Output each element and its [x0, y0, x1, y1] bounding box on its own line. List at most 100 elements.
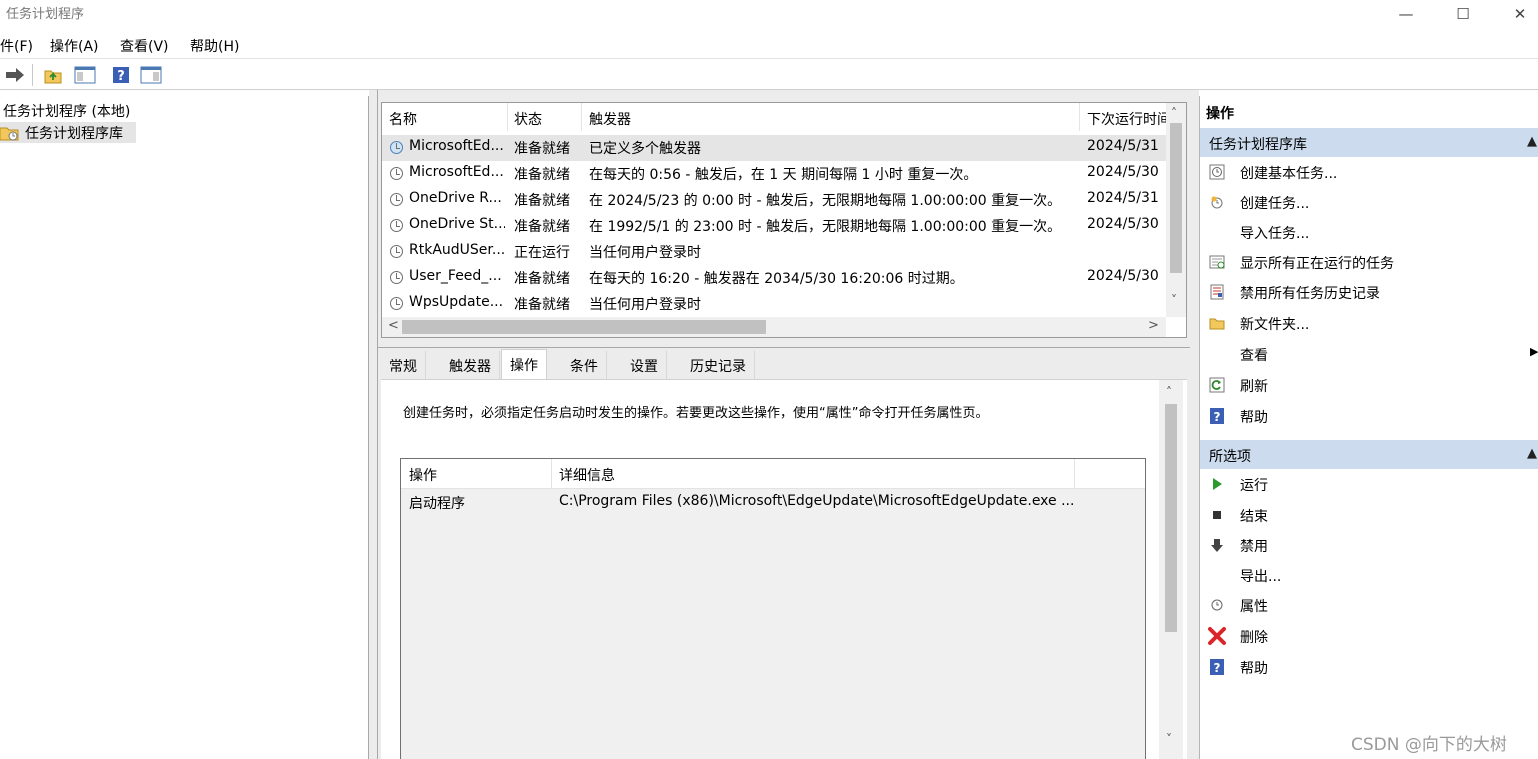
tab-settings[interactable]: 设置 — [622, 351, 667, 379]
toolbar-separator — [32, 64, 33, 86]
task-name: OneDrive St... — [409, 216, 505, 232]
scroll-down-arrow-icon[interactable]: ˅ — [1171, 293, 1177, 307]
action-new-folder[interactable]: 新文件夹... — [1200, 309, 1538, 338]
show-hide-action-pane-icon[interactable] — [140, 66, 162, 84]
tree-item-library[interactable]: 任务计划程序库 — [0, 122, 136, 143]
task-clock-icon — [390, 193, 403, 206]
column-header-name[interactable]: 名称 — [389, 109, 417, 129]
create-task-icon — [1211, 196, 1223, 209]
menu-action[interactable]: 操作(A) — [50, 36, 99, 56]
actions-pane: 操作 任务计划程序库 ▲ 创建基本任务... 创建任务... 导入任务... 显… — [1199, 96, 1538, 759]
action-display-running-tasks[interactable]: 显示所有正在运行的任务 — [1200, 248, 1538, 277]
menu-file[interactable]: 件(F) — [0, 36, 33, 56]
task-status: 准备就绪 — [514, 141, 570, 157]
center-splitter[interactable] — [378, 340, 1190, 348]
column-header-details[interactable]: 详细信息 — [559, 465, 615, 485]
task-status: 正在运行 — [514, 245, 570, 261]
section-header-selected-item[interactable]: 所选项 ▲ — [1200, 440, 1538, 469]
task-next-run: 2024/5/31 — [1087, 138, 1159, 154]
action-refresh[interactable]: 刷新 — [1200, 371, 1538, 400]
action-create-basic-task[interactable]: 创建基本任务... — [1200, 158, 1538, 187]
svg-text:?: ? — [117, 69, 125, 84]
tab-triggers[interactable]: 触发器 — [441, 351, 500, 379]
action-properties[interactable]: 属性 — [1200, 591, 1538, 620]
forward-arrow-icon[interactable] — [4, 66, 26, 84]
folder-up-icon[interactable] — [44, 66, 62, 84]
actions-pane-title: 操作 — [1206, 106, 1234, 122]
task-row[interactable]: RtkAudUSer... 正在运行 当任何用户登录时 — [382, 239, 1166, 265]
column-header-action[interactable]: 操作 — [409, 465, 437, 485]
menu-bar: 件(F) 操作(A) 查看(V) 帮助(H) — [0, 30, 1538, 59]
column-header-status[interactable]: 状态 — [514, 109, 542, 129]
action-delete[interactable]: 删除 — [1200, 622, 1538, 651]
task-row[interactable]: OneDrive R... 准备就绪 在 2024/5/23 的 0:00 时 … — [382, 187, 1166, 213]
task-list-vertical-scrollbar[interactable]: ˄ ˅ — [1166, 103, 1186, 317]
action-label: 刷新 — [1240, 379, 1268, 395]
action-row[interactable]: 启动程序 C:\Program Files (x86)\Microsoft\Ed… — [401, 490, 1145, 516]
left-splitter[interactable] — [369, 90, 378, 759]
column-header-next-run[interactable]: 下次运行时间 — [1087, 109, 1166, 129]
action-export[interactable]: 导出... — [1200, 561, 1538, 590]
collapse-arrow-icon[interactable]: ▲ — [1527, 134, 1537, 149]
tab-actions[interactable]: 操作 — [501, 349, 547, 379]
column-divider[interactable] — [1074, 459, 1075, 489]
task-trigger: 已定义多个触发器 — [589, 141, 701, 157]
maximize-button[interactable]: ☐ — [1440, 0, 1486, 28]
action-disable-history[interactable]: 禁用所有任务历史记录 — [1200, 278, 1538, 307]
task-trigger: 当任何用户登录时 — [589, 245, 701, 261]
task-next-run: 2024/5/30 — [1087, 164, 1159, 180]
scroll-left-arrow-icon[interactable]: < — [388, 318, 399, 333]
tab-general[interactable]: 常规 — [381, 351, 426, 379]
task-row[interactable]: User_Feed_... 准备就绪 在每天的 16:20 - 触发器在 203… — [382, 265, 1166, 291]
section-header-library[interactable]: 任务计划程序库 ▲ — [1200, 128, 1538, 157]
menu-help[interactable]: 帮助(H) — [190, 36, 239, 56]
column-divider[interactable] — [507, 103, 508, 131]
actions-table-header: 操作 详细信息 — [401, 459, 1145, 489]
task-row[interactable]: MicrosoftEd... 准备就绪 已定义多个触发器 2024/5/31 — [382, 135, 1166, 161]
stop-icon — [1213, 511, 1221, 519]
tab-conditions[interactable]: 条件 — [562, 351, 607, 379]
action-label: 帮助 — [1240, 410, 1268, 426]
show-hide-console-tree-icon[interactable] — [74, 66, 96, 84]
task-row[interactable]: WpsUpdate... 准备就绪 当任何用户登录时 — [382, 291, 1166, 317]
action-create-task[interactable]: 创建任务... — [1200, 188, 1538, 217]
folder-clock-icon — [0, 127, 19, 141]
collapse-arrow-icon[interactable]: ▲ — [1527, 446, 1537, 461]
scroll-thumb[interactable] — [402, 320, 766, 334]
scroll-up-arrow-icon[interactable]: ˄ — [1171, 106, 1177, 120]
close-button[interactable]: ✕ — [1497, 0, 1538, 28]
column-divider[interactable] — [551, 459, 552, 489]
action-help[interactable]: ? 帮助 — [1200, 402, 1538, 431]
right-splitter[interactable] — [1190, 90, 1199, 759]
task-trigger: 在每天的 0:56 - 触发后，在 1 天 期间每隔 1 小时 重复一次。 — [589, 167, 978, 183]
detail-vertical-scrollbar[interactable]: ˄ ˅ — [1159, 380, 1183, 759]
minimize-button[interactable]: — — [1383, 0, 1429, 28]
task-list-horizontal-scrollbar[interactable]: < > — [382, 317, 1166, 337]
help-icon[interactable]: ? — [112, 66, 130, 84]
action-run[interactable]: 运行 — [1200, 470, 1538, 499]
action-help-selected[interactable]: ? 帮助 — [1200, 653, 1538, 682]
action-view[interactable]: 查看 ▶ — [1200, 340, 1538, 369]
task-clock-icon — [390, 219, 403, 232]
action-end[interactable]: 结束 — [1200, 501, 1538, 530]
action-disable[interactable]: 禁用 — [1200, 531, 1538, 560]
column-divider[interactable] — [581, 103, 582, 131]
scroll-thumb[interactable] — [1170, 123, 1182, 273]
menu-view[interactable]: 查看(V) — [120, 36, 169, 56]
tree-root[interactable]: 任务计划程序 (本地) — [3, 101, 130, 121]
task-trigger: 当任何用户登录时 — [589, 297, 701, 313]
scroll-down-arrow-icon[interactable]: ˅ — [1166, 732, 1172, 746]
action-import-task[interactable]: 导入任务... — [1200, 218, 1538, 247]
task-row[interactable]: OneDrive St... 准备就绪 在 1992/5/1 的 23:00 时… — [382, 213, 1166, 239]
action-details: C:\Program Files (x86)\Microsoft\EdgeUpd… — [559, 493, 1075, 509]
new-folder-icon — [1209, 318, 1225, 330]
column-divider[interactable] — [1079, 103, 1080, 131]
scroll-up-arrow-icon[interactable]: ˄ — [1166, 385, 1172, 399]
scroll-thumb[interactable] — [1165, 404, 1177, 632]
console-tree — [0, 96, 369, 759]
column-header-trigger[interactable]: 触发器 — [589, 109, 631, 129]
tab-history[interactable]: 历史记录 — [682, 351, 755, 379]
task-row[interactable]: MicrosoftEd... 准备就绪 在每天的 0:56 - 触发后，在 1 … — [382, 161, 1166, 187]
scroll-right-arrow-icon[interactable]: > — [1148, 318, 1159, 333]
task-status: 准备就绪 — [514, 297, 570, 313]
